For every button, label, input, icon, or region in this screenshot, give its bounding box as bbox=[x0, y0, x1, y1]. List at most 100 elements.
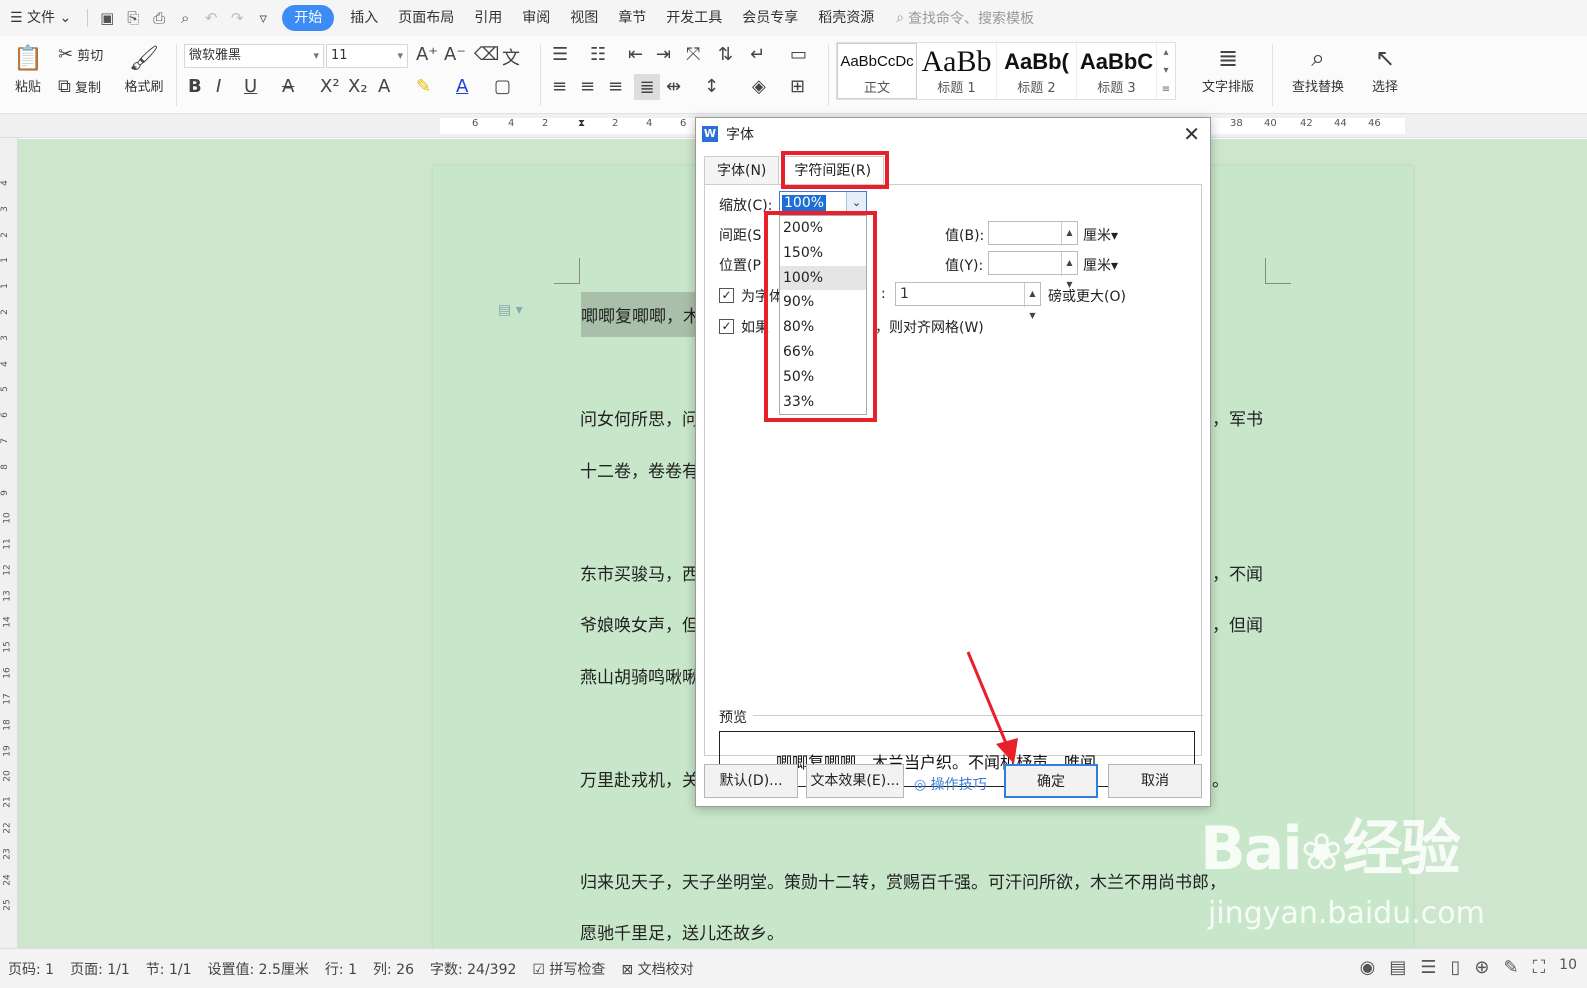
kerning-checkbox[interactable]: ✓ bbox=[719, 288, 734, 303]
find-replace-button[interactable]: ⌕ 查找替换 bbox=[1282, 40, 1354, 95]
reading-view-icon[interactable]: ▯ bbox=[1450, 957, 1460, 978]
numbering-icon[interactable]: ☷ bbox=[590, 44, 606, 65]
doc-line-end[interactable]: ，不闻 bbox=[1212, 560, 1263, 585]
status-pages[interactable]: 页面: 1/1 bbox=[62, 959, 138, 979]
indent-marker-icon[interactable]: ⧗ bbox=[578, 118, 585, 129]
tab-review[interactable]: 审阅 bbox=[512, 0, 560, 36]
cancel-button[interactable]: 取消 bbox=[1108, 764, 1202, 798]
tips-link[interactable]: ◎ 操作技巧 bbox=[914, 774, 987, 794]
doc-line-end[interactable]: 。 bbox=[1212, 766, 1229, 791]
doc-line[interactable]: 愿驰千里足，送儿还故乡。 bbox=[580, 919, 784, 944]
style-heading-1[interactable]: AaBb 标题 1 bbox=[917, 43, 997, 99]
status-page-number[interactable]: 页码: 1 bbox=[0, 959, 62, 979]
doc-line[interactable]: 十二卷，卷卷有 bbox=[580, 457, 699, 482]
chinese-layout-icon[interactable]: ⤧ bbox=[686, 44, 700, 65]
zoom-value[interactable]: 10 bbox=[1559, 957, 1577, 978]
decrease-indent-icon[interactable]: ⇤ bbox=[628, 44, 643, 65]
redo-icon[interactable]: ↷ bbox=[224, 0, 250, 36]
paragraph-handle-icon[interactable]: ▤ ▾ bbox=[498, 302, 523, 318]
spinner-icon[interactable]: ▲▼ bbox=[1061, 222, 1077, 259]
status-setting-value[interactable]: 设置值: 2.5厘米 bbox=[199, 959, 316, 979]
doc-line-end[interactable]: ，军书 bbox=[1212, 405, 1263, 430]
customize-icon[interactable]: ▿ bbox=[250, 0, 276, 36]
increase-indent-icon[interactable]: ⇥ bbox=[656, 44, 671, 65]
tab-section[interactable]: 章节 bbox=[608, 0, 656, 36]
style-heading-2[interactable]: AaBb( 标题 2 bbox=[997, 43, 1077, 99]
ok-button[interactable]: 确定 bbox=[1004, 764, 1098, 798]
dialog-titlebar[interactable]: W 字体 ✕ bbox=[696, 118, 1210, 150]
tab-page-layout[interactable]: 页面布局 bbox=[388, 0, 464, 36]
bullets-icon[interactable]: ☰ bbox=[552, 44, 568, 65]
text-layout-button[interactable]: ≣ 文字排版 bbox=[1192, 40, 1264, 95]
grow-font-icon[interactable]: A⁺ bbox=[416, 44, 438, 65]
value-b-input[interactable]: ▲▼ bbox=[988, 221, 1078, 259]
status-line[interactable]: 行: 1 bbox=[317, 959, 365, 979]
print-preview-icon[interactable]: ⌕ bbox=[172, 0, 198, 36]
char-border-icon[interactable]: ▢ bbox=[494, 76, 511, 97]
select-button[interactable]: ↖ 选择 bbox=[1362, 40, 1408, 95]
doc-line[interactable]: 东市买骏马，西 bbox=[580, 560, 699, 585]
save-icon[interactable]: ▣ bbox=[94, 0, 120, 36]
bold-icon[interactable]: B bbox=[188, 76, 202, 97]
undo-icon[interactable]: ↶ bbox=[198, 0, 224, 36]
line-spacing-icon[interactable]: ↕ bbox=[704, 76, 719, 97]
distributed-icon[interactable]: ⇹ bbox=[666, 76, 681, 97]
align-right-icon[interactable]: ≡ bbox=[608, 76, 623, 97]
font-size-select[interactable]: 11 bbox=[326, 44, 408, 68]
format-painter-button[interactable]: 🖌 格式刷 bbox=[118, 40, 170, 95]
command-search[interactable]: ⌕ 查找命令、搜索模板 bbox=[896, 8, 1034, 28]
table-tools-icon[interactable]: ▭ bbox=[790, 44, 807, 65]
tab-references[interactable]: 引用 bbox=[464, 0, 512, 36]
shading-icon[interactable]: ◈ bbox=[752, 76, 766, 97]
doc-line[interactable]: 问女何所思，问 bbox=[580, 405, 699, 430]
sort-icon[interactable]: ⇅ bbox=[718, 44, 733, 65]
justify-icon[interactable]: ≣ bbox=[634, 74, 660, 100]
subscript-icon[interactable]: X₂ bbox=[348, 76, 368, 97]
tab-font[interactable]: 字体(N) bbox=[704, 156, 780, 184]
unit-y-label[interactable]: 厘米▾ bbox=[1083, 255, 1118, 275]
doc-line-end[interactable]: ，但闻 bbox=[1212, 611, 1263, 636]
underline-icon[interactable]: U bbox=[244, 76, 257, 97]
tab-member[interactable]: 会员专享 bbox=[732, 0, 808, 36]
tab-view[interactable]: 视图 bbox=[560, 0, 608, 36]
font-name-select[interactable]: 微软雅黑 bbox=[184, 44, 324, 68]
print-icon[interactable]: ⎙ bbox=[146, 0, 172, 36]
web-view-icon[interactable]: ⊕ bbox=[1474, 957, 1489, 978]
fit-page-icon[interactable]: ⛶ bbox=[1533, 957, 1546, 978]
tab-insert[interactable]: 插入 bbox=[340, 0, 388, 36]
text-effect-icon[interactable]: A bbox=[378, 76, 390, 97]
italic-icon[interactable]: I bbox=[216, 76, 221, 97]
status-column[interactable]: 列: 26 bbox=[365, 959, 422, 979]
unit-b-label[interactable]: 厘米▾ bbox=[1083, 225, 1118, 245]
tab-docer[interactable]: 稻壳资源 bbox=[808, 0, 884, 36]
cut-button[interactable]: ✂ 剪切 bbox=[58, 44, 103, 65]
highlight-icon[interactable]: ✎ bbox=[416, 76, 431, 97]
vertical-ruler[interactable]: 4 3 2 1 1 2 3 4 5 6 7 8 9 10 11 12 13 14 15 16 17 18 19 20 21 22 2… bbox=[0, 138, 18, 948]
value-y-input[interactable]: ▲ ▼ bbox=[988, 251, 1078, 289]
doc-line[interactable]: 爷娘唤女声，但 bbox=[580, 611, 699, 636]
shrink-font-icon[interactable]: A⁻ bbox=[444, 44, 466, 65]
phonetic-icon[interactable]: 文 bbox=[502, 44, 520, 70]
status-word-count[interactable]: 字数: 24/392 bbox=[422, 959, 524, 979]
file-menu[interactable]: ☰ 文件 ⌄ bbox=[0, 0, 81, 36]
text-effect-button[interactable]: 文本效果(E)... bbox=[806, 764, 904, 798]
doc-line[interactable]: 燕山胡骑鸣啾啾 bbox=[580, 663, 699, 688]
spinner-icon[interactable]: ▲▼ bbox=[1024, 283, 1040, 320]
styles-scroll[interactable]: ▴ ▾ ≡ bbox=[1157, 43, 1175, 99]
grid-checkbox[interactable]: ✓ bbox=[719, 319, 734, 334]
align-center-icon[interactable]: ≡ bbox=[580, 76, 595, 97]
tab-home[interactable]: 开始 bbox=[282, 5, 335, 31]
export-pdf-icon[interactable]: ⎘ bbox=[120, 0, 146, 36]
superscript-icon[interactable]: X² bbox=[320, 76, 340, 97]
doc-line[interactable]: 万里赴戎机，关 bbox=[580, 766, 699, 791]
spell-check-button[interactable]: ☑ 拼写检查 bbox=[524, 959, 613, 979]
default-button[interactable]: 默认(D)... bbox=[704, 764, 798, 798]
outline-view-icon[interactable]: ☰ bbox=[1420, 957, 1436, 978]
copy-button[interactable]: ⧉ 复制 bbox=[58, 76, 101, 97]
show-marks-icon[interactable]: ↵ bbox=[750, 44, 765, 65]
tab-developer[interactable]: 开发工具 bbox=[656, 0, 732, 36]
close-icon[interactable]: ✕ bbox=[1183, 122, 1200, 146]
doc-line[interactable]: 归来见天子，天子坐明堂。策勋十二转，赏赐百千强。可汗问所欲，木兰不用尚书郎， bbox=[580, 868, 1226, 893]
align-left-icon[interactable]: ≡ bbox=[552, 76, 567, 97]
status-section[interactable]: 节: 1/1 bbox=[138, 959, 200, 979]
